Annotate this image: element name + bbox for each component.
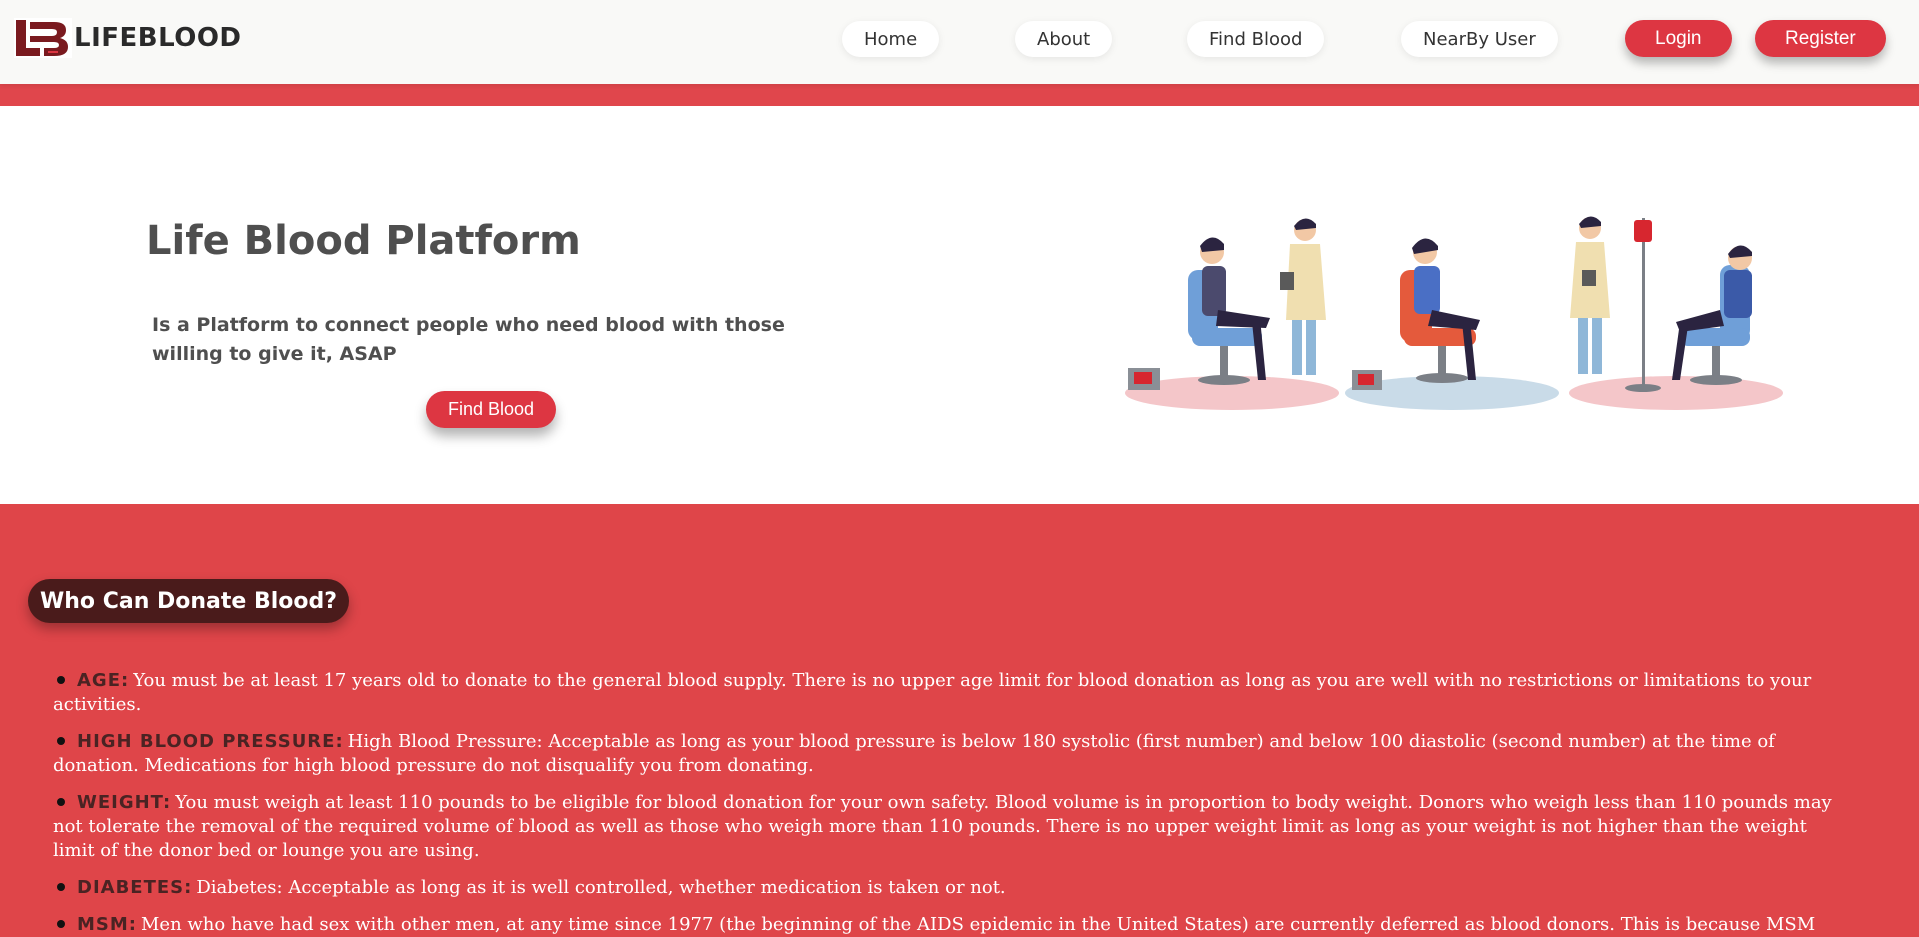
donor-scene-3	[1570, 216, 1752, 392]
donor-scene-2	[1352, 238, 1480, 390]
nav-about[interactable]: About	[1015, 21, 1113, 57]
navbar: LIFEBLOOD Home About Find Blood NearBy U…	[0, 0, 1919, 84]
item-label: MSM:	[77, 914, 137, 935]
bullet-icon	[57, 676, 65, 684]
eligibility-list: AGE: You must be at least 17 years old to…	[53, 669, 1853, 937]
blood-donation-illustration	[1125, 216, 1783, 410]
list-item: HIGH BLOOD PRESSURE: High Blood Pressure:…	[53, 730, 1853, 778]
brand-name: LIFEBLOOD	[74, 23, 242, 53]
list-item: WEIGHT: You must weigh at least 110 pound…	[53, 791, 1853, 863]
hero-subtitle: Is a Platform to connect people who need…	[152, 314, 785, 365]
register-button[interactable]: Register	[1755, 20, 1886, 57]
bullet-icon	[57, 798, 65, 806]
bullet-icon	[57, 920, 65, 928]
nav-home[interactable]: Home	[842, 21, 940, 57]
bullet-icon	[57, 883, 65, 891]
donor-eligibility-section: Who Can Donate Blood? AGE: You must be at…	[0, 504, 1919, 937]
section-heading: Who Can Donate Blood?	[28, 579, 350, 623]
brand-logo[interactable]: LIFEBLOOD	[14, 18, 242, 58]
item-label: WEIGHT:	[77, 792, 172, 813]
list-item: DIABETES: Diabetes: Acceptable as long as…	[53, 876, 1853, 900]
list-item: AGE: You must be at least 17 years old to…	[53, 669, 1853, 717]
item-text: You must be at least 17 years old to don…	[53, 670, 1812, 715]
item-label: HIGH BLOOD PRESSURE:	[77, 731, 344, 752]
nav-nearby-user[interactable]: NearBy User	[1401, 21, 1558, 57]
login-button[interactable]: Login	[1625, 20, 1732, 57]
lifeblood-logo-icon	[14, 18, 72, 58]
header-strip	[0, 84, 1919, 106]
find-blood-button[interactable]: Find Blood	[426, 391, 556, 428]
list-item: MSM: Men who have had sex with other men,…	[53, 913, 1853, 937]
item-text: Men who have had sex with other men, at …	[141, 914, 1816, 935]
nav-find-blood[interactable]: Find Blood	[1187, 21, 1325, 57]
page-title: Life Blood Platform	[146, 218, 581, 264]
bullet-icon	[57, 737, 65, 745]
item-label: DIABETES:	[77, 877, 193, 898]
item-text: You must weigh at least 110 pounds to be…	[53, 792, 1832, 861]
item-text: Diabetes: Acceptable as long as it is we…	[196, 877, 1006, 898]
item-label: AGE:	[77, 670, 130, 691]
donor-scene-1	[1128, 218, 1326, 390]
